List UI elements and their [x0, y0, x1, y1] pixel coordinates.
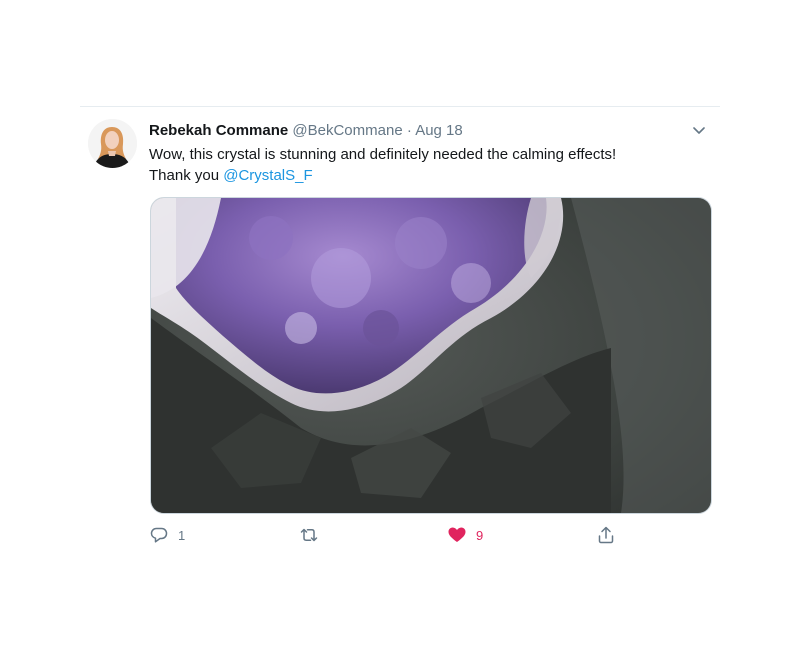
mention-link[interactable]: @CrystalS_F [223, 167, 312, 184]
retweet-button[interactable] [299, 525, 319, 545]
tweet-photo[interactable] [150, 197, 712, 514]
reply-bubble-icon [150, 527, 168, 543]
tweet-actions: 1 9 [149, 525, 709, 545]
like-button[interactable]: 9 [447, 525, 483, 545]
thanks-text: Thank you [149, 167, 224, 184]
tweet-date[interactable]: Aug 18 [415, 122, 463, 139]
author-name[interactable]: Rebekah Commane [149, 122, 288, 139]
amethyst-photo [151, 198, 711, 513]
retweet-icon [300, 528, 318, 542]
avatar[interactable] [88, 119, 137, 168]
tweet-text-line-2: Thank you @CrystalS_F [149, 165, 709, 186]
tweet-text: Wow, this crystal is stunning and defini… [149, 144, 709, 186]
share-icon [598, 526, 614, 544]
tweet-header: Rebekah Commane @BekCommane · Aug 18 [149, 121, 463, 141]
like-count: 9 [476, 527, 484, 543]
tweet-text-line-1: Wow, this crystal is stunning and defini… [149, 146, 617, 163]
avatar-image [88, 119, 137, 168]
reply-count: 1 [178, 527, 186, 543]
separator-dot: · [406, 122, 412, 139]
heart-icon [448, 527, 466, 542]
tweet-card[interactable]: Rebekah Commane @BekCommane · Aug 18 Wow… [80, 107, 720, 567]
reply-button[interactable]: 1 [149, 525, 185, 545]
chevron-down-icon[interactable] [690, 121, 708, 139]
share-button[interactable] [596, 525, 616, 545]
author-handle[interactable]: @BekCommane [292, 122, 402, 139]
